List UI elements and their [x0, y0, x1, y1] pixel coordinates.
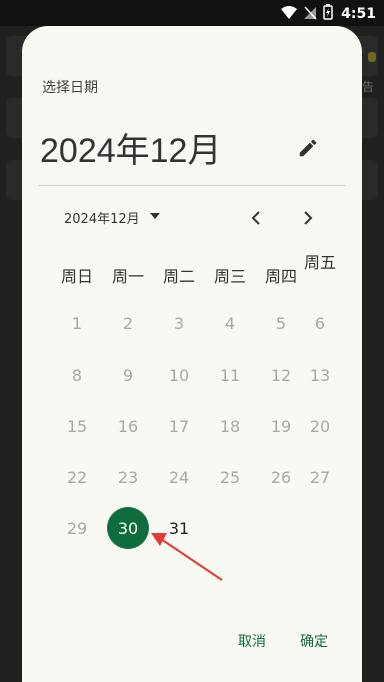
calendar-day: 2: [122, 313, 134, 333]
weekday-thu: 周四: [264, 267, 297, 286]
weekday-tue: 周二: [162, 267, 195, 286]
next-month-button[interactable]: [296, 206, 320, 230]
calendar-day: 3: [173, 313, 185, 333]
calendar-day: 29: [66, 518, 88, 538]
pencil-icon: [299, 139, 317, 157]
calendar-day: 8: [71, 365, 83, 385]
chevron-left-icon: [251, 211, 260, 225]
signal-off-icon: [303, 5, 317, 24]
month-year-label: 2024年12月: [64, 212, 140, 227]
weekday-sun: 周日: [60, 267, 93, 286]
calendar-day: 18: [219, 416, 241, 436]
edit-input-mode-button[interactable]: [294, 134, 322, 162]
calendar-day-active[interactable]: 31: [159, 508, 199, 548]
calendar-day: 6: [314, 313, 326, 333]
selected-date-headline: 2024年12月: [40, 132, 222, 170]
calendar-day: 10: [168, 365, 190, 385]
month-year-picker[interactable]: 2024年12月: [64, 208, 162, 227]
cancel-button[interactable]: 取消: [238, 631, 266, 651]
battery-charging-icon: [323, 4, 333, 24]
calendar-day: 17: [168, 416, 190, 436]
calendar-day: 16: [117, 416, 139, 436]
calendar-day: 27: [309, 467, 331, 487]
header-divider: [38, 185, 346, 186]
chevron-right-icon: [304, 211, 313, 225]
calendar-day: 9: [122, 365, 134, 385]
calendar-day: 12: [270, 365, 292, 385]
weekday-mon: 周一: [111, 267, 144, 286]
weekday-wed: 周三: [213, 267, 246, 286]
calendar-day: 5: [275, 313, 287, 333]
background-text: 告: [361, 80, 374, 94]
calendar-day: 22: [66, 467, 88, 487]
calendar-day-selected[interactable]: 30: [107, 507, 149, 549]
background-dot: [368, 52, 376, 62]
wifi-icon: [281, 5, 298, 24]
calendar-day: 25: [219, 467, 241, 487]
calendar-day: 4: [224, 313, 236, 333]
calendar-day: 13: [309, 365, 331, 385]
calendar-day: 11: [219, 365, 241, 385]
dropdown-triangle-icon: [148, 210, 162, 225]
calendar-day: 1: [71, 313, 83, 333]
status-time: 4:51: [341, 6, 376, 22]
calendar-day: 19: [270, 416, 292, 436]
calendar-day: 24: [168, 467, 190, 487]
calendar-day: 26: [270, 467, 292, 487]
ok-button[interactable]: 确定: [300, 631, 328, 651]
calendar-day: 23: [117, 467, 139, 487]
previous-month-button[interactable]: [244, 206, 268, 230]
calendar-day: 20: [309, 416, 331, 436]
status-bar: 4:51: [0, 0, 384, 26]
dialog-title: 选择日期: [42, 80, 98, 96]
calendar-day: 15: [66, 416, 88, 436]
weekday-fri: 周五: [303, 253, 336, 272]
